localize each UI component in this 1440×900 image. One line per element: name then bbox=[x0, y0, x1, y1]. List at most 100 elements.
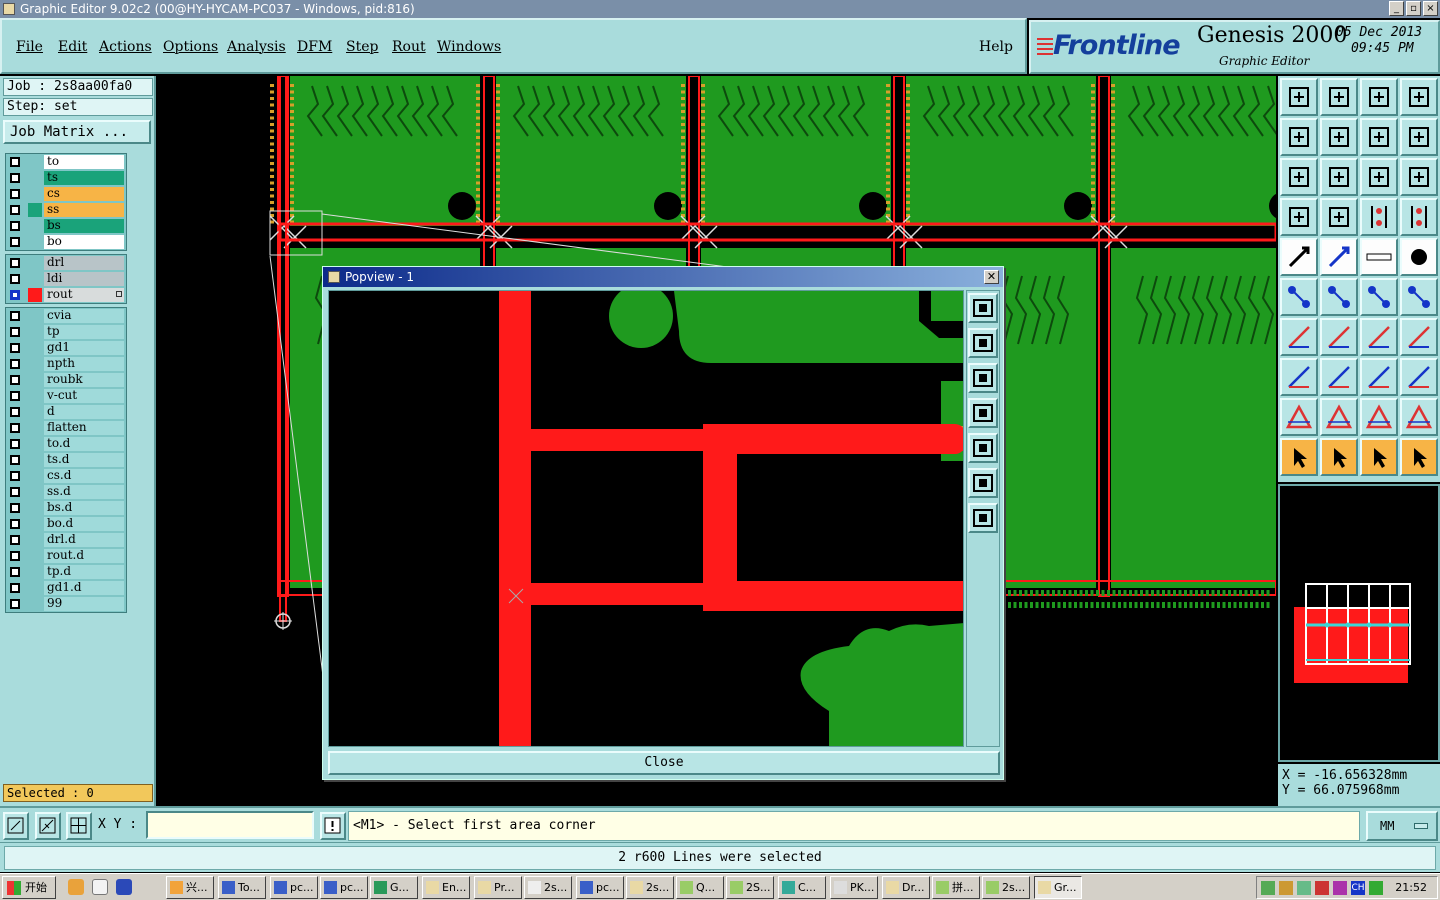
layer-name[interactable]: d bbox=[44, 405, 124, 419]
taskbar-item[interactable]: Q... bbox=[676, 876, 724, 899]
layer-checkbox[interactable] bbox=[10, 221, 20, 231]
layer-name[interactable]: bs bbox=[44, 219, 124, 233]
layer-name[interactable]: ts bbox=[44, 171, 124, 185]
close-window-button[interactable]: × bbox=[1423, 1, 1438, 16]
app-tray-icon[interactable] bbox=[1333, 881, 1347, 895]
help-query-button[interactable] bbox=[1400, 158, 1438, 196]
layer-row[interactable]: rout.d bbox=[6, 548, 126, 564]
connect-nodes-button[interactable] bbox=[1280, 278, 1318, 316]
window-split-button[interactable] bbox=[1400, 78, 1438, 116]
layer-row[interactable]: tp.d bbox=[6, 564, 126, 580]
layer-row[interactable]: to.d bbox=[6, 436, 126, 452]
layer-checkbox[interactable] bbox=[10, 205, 20, 215]
popview-fit-button[interactable] bbox=[968, 468, 998, 498]
taskbar-item[interactable]: To... bbox=[218, 876, 266, 899]
taskbar-item[interactable]: pc... bbox=[320, 876, 368, 899]
shield-icon[interactable] bbox=[116, 879, 132, 895]
triangle-a-button[interactable] bbox=[1280, 398, 1318, 436]
popview-close-icon[interactable]: ✕ bbox=[984, 270, 999, 284]
zoom-window-button[interactable] bbox=[3, 812, 29, 840]
layer-name[interactable]: rout bbox=[44, 288, 124, 302]
popview-down-button[interactable] bbox=[968, 363, 998, 393]
line-move-button[interactable] bbox=[1400, 278, 1438, 316]
minimize-button[interactable]: _ bbox=[1389, 1, 1404, 16]
menu-options[interactable]: Options bbox=[163, 39, 218, 55]
layer-checkbox[interactable] bbox=[10, 519, 20, 529]
popview-right-button[interactable] bbox=[968, 433, 998, 463]
popview-canvas[interactable] bbox=[328, 290, 964, 747]
layer-name[interactable]: drl.d bbox=[44, 533, 124, 547]
taskbar-item[interactable]: 2S... bbox=[726, 876, 774, 899]
layer-checkbox[interactable] bbox=[10, 423, 20, 433]
layer-checkbox[interactable] bbox=[10, 290, 20, 300]
update-icon[interactable] bbox=[1297, 881, 1311, 895]
layer-row[interactable]: tp bbox=[6, 324, 126, 340]
menu-step[interactable]: Step bbox=[346, 39, 378, 55]
layer-checkbox[interactable] bbox=[10, 487, 20, 497]
layers-up-button[interactable] bbox=[1280, 78, 1318, 116]
pointer-edit-button[interactable] bbox=[1320, 438, 1358, 476]
layer-name[interactable]: v-cut bbox=[44, 389, 124, 403]
layer-checkbox[interactable] bbox=[10, 407, 20, 417]
layer-name[interactable]: gd1 bbox=[44, 341, 124, 355]
mirror-tool-button[interactable] bbox=[1400, 318, 1438, 356]
layer-checkbox[interactable] bbox=[10, 391, 20, 401]
antivirus-icon[interactable] bbox=[1315, 881, 1329, 895]
taskbar-item[interactable]: Gr... bbox=[1034, 876, 1082, 899]
move-left-button[interactable] bbox=[1280, 118, 1318, 156]
layer-name[interactable]: roubk bbox=[44, 373, 124, 387]
layer-checkbox[interactable] bbox=[10, 343, 20, 353]
popview-up-button[interactable] bbox=[968, 328, 998, 358]
layer-name[interactable]: ldi bbox=[44, 272, 124, 286]
layer-name[interactable]: bo.d bbox=[44, 517, 124, 531]
layer-name[interactable]: bs.d bbox=[44, 501, 124, 515]
menu-file[interactable]: File bbox=[16, 39, 43, 55]
route-tool-button[interactable] bbox=[1360, 198, 1398, 236]
taskbar-item[interactable]: Pr... bbox=[474, 876, 522, 899]
layer-checkbox[interactable] bbox=[10, 173, 20, 183]
taskbar-item[interactable]: 2s... bbox=[626, 876, 674, 899]
taskbar-item[interactable]: 2s... bbox=[524, 876, 572, 899]
layer-row[interactable]: bs.d bbox=[6, 500, 126, 516]
units-dropdown[interactable]: MM bbox=[1366, 811, 1438, 841]
layer-name[interactable]: to.d bbox=[44, 437, 124, 451]
ime-icon[interactable] bbox=[1369, 881, 1383, 895]
popview-copy-button[interactable] bbox=[968, 293, 998, 323]
menu-analysis[interactable]: Analysis bbox=[227, 39, 286, 55]
layer-checkbox[interactable] bbox=[10, 471, 20, 481]
layer-checkbox[interactable] bbox=[10, 311, 20, 321]
layer-row[interactable]: cvia bbox=[6, 308, 126, 324]
menu-windows[interactable]: Windows bbox=[437, 39, 501, 55]
layer-name[interactable]: ss.d bbox=[44, 485, 124, 499]
alert-button[interactable] bbox=[320, 812, 346, 840]
layer-checkbox[interactable] bbox=[10, 327, 20, 337]
clock-app-icon[interactable] bbox=[68, 879, 84, 895]
triangle-d-button[interactable] bbox=[1400, 398, 1438, 436]
layer-row[interactable]: v-cut bbox=[6, 388, 126, 404]
layer-checkbox[interactable] bbox=[10, 503, 20, 513]
layer-row[interactable]: ss.d bbox=[6, 484, 126, 500]
layer-checkbox[interactable] bbox=[10, 439, 20, 449]
measure-button[interactable] bbox=[35, 812, 61, 840]
menu-actions[interactable]: Actions bbox=[99, 39, 152, 55]
layer-row[interactable]: bs bbox=[6, 218, 126, 234]
layer-name[interactable]: npth bbox=[44, 357, 124, 371]
layer-row[interactable]: cs bbox=[6, 186, 126, 202]
layer-row[interactable]: 99 bbox=[6, 596, 126, 612]
grid-snap-button[interactable] bbox=[66, 812, 92, 840]
taskbar-item[interactable]: G... bbox=[370, 876, 418, 899]
layer-checkbox[interactable] bbox=[10, 455, 20, 465]
pad-snap-button[interactable] bbox=[1280, 358, 1318, 396]
layer-checkbox[interactable] bbox=[10, 535, 20, 545]
cut-line-button[interactable] bbox=[1320, 358, 1358, 396]
taskbar-item[interactable]: 拼... bbox=[932, 876, 980, 899]
add-line-button[interactable] bbox=[1280, 238, 1318, 276]
start-button[interactable]: 开始 bbox=[2, 876, 56, 899]
taskbar-item[interactable]: Dr... bbox=[882, 876, 930, 899]
delete-node-button[interactable] bbox=[1320, 278, 1358, 316]
layer-row[interactable]: cs.d bbox=[6, 468, 126, 484]
layer-row[interactable]: ts bbox=[6, 170, 126, 186]
layer-row[interactable]: roubk bbox=[6, 372, 126, 388]
layer-name[interactable]: ss bbox=[44, 203, 124, 217]
layer-name[interactable]: cs.d bbox=[44, 469, 124, 483]
